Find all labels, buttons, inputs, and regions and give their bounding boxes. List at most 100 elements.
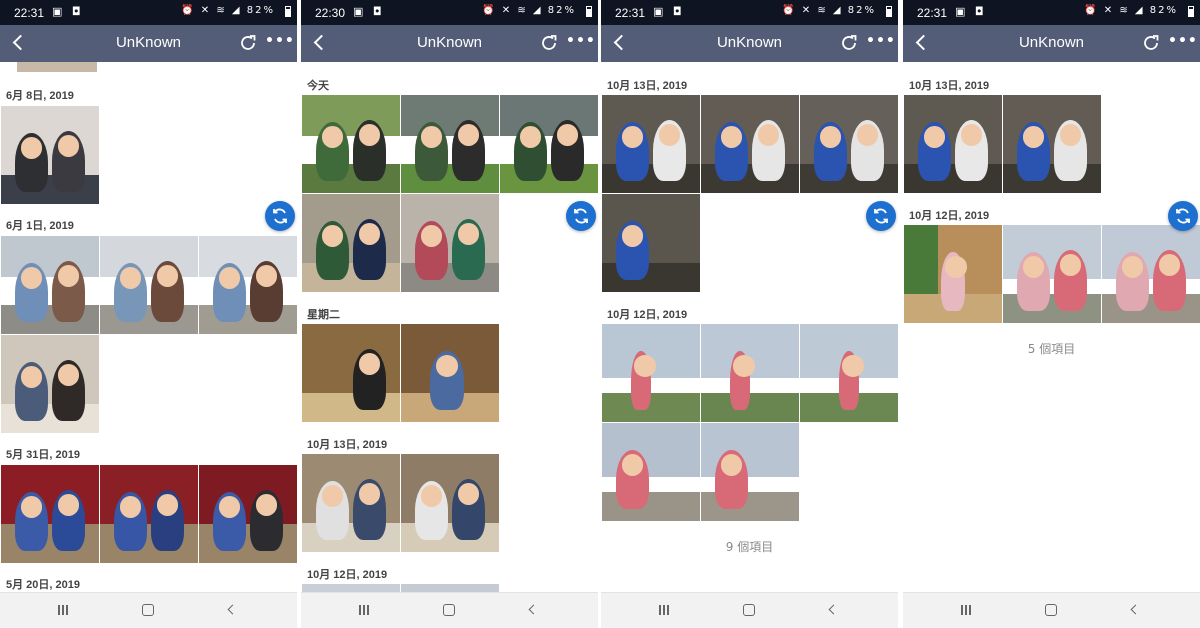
refresh-icon[interactable] — [538, 32, 560, 54]
app-bar: UnKnown ••• — [903, 25, 1200, 62]
battery-icon — [586, 6, 592, 17]
battery-percent: 82% — [547, 5, 576, 16]
sync-icon[interactable] — [866, 201, 896, 231]
phone-screen-1: 22:31 ▣ ◘ ⏰ ✕ ≋ ◢ 82% UnKnown ••• 6月 8日,… — [0, 0, 297, 628]
photo-thumbnail[interactable] — [401, 454, 499, 552]
photo-thumbnail[interactable] — [1, 465, 99, 563]
date-header: 星期二 — [307, 309, 340, 321]
notification-icons: ▣ ◘ — [955, 5, 987, 18]
photo-thumbnail[interactable] — [800, 95, 898, 193]
system-nav-bar — [601, 592, 898, 628]
photo-thumbnail[interactable] — [401, 95, 499, 193]
home-icon[interactable] — [429, 599, 469, 623]
back-arrow-icon[interactable] — [8, 30, 28, 54]
date-header: 6月 8日, 2019 — [6, 90, 74, 102]
phone-screen-4: 22:31 ▣ ◘ ⏰ ✕ ≋ ◢ 82% UnKnown ••• 10月 13… — [903, 0, 1200, 628]
photo-thumbnail[interactable] — [302, 324, 400, 422]
back-icon[interactable] — [813, 599, 853, 623]
date-header: 10月 13日, 2019 — [307, 439, 388, 451]
photo-thumbnail[interactable] — [602, 324, 700, 422]
recents-icon[interactable] — [947, 599, 987, 623]
recents-icon[interactable] — [645, 599, 685, 623]
photo-thumbnail[interactable] — [302, 95, 400, 193]
back-arrow-icon[interactable] — [309, 30, 329, 54]
home-icon[interactable] — [729, 599, 769, 623]
date-header: 6月 1日, 2019 — [6, 220, 74, 232]
photo-thumbnail[interactable] — [1, 106, 99, 204]
status-time: 22:31 — [14, 6, 45, 20]
system-nav-bar — [903, 592, 1200, 628]
system-status-icons: ⏰ ✕ ≋ ◢ 82% — [181, 5, 275, 16]
home-icon[interactable] — [128, 599, 168, 623]
date-header: 10月 13日, 2019 — [607, 80, 688, 92]
notification-icons: ▣ ◘ — [653, 5, 685, 18]
photo-thumbnail[interactable] — [1, 335, 99, 433]
photo-thumbnail[interactable] — [602, 95, 700, 193]
system-status-icons: ⏰ ✕ ≋ ◢ 82% — [1084, 5, 1178, 16]
photo-thumbnail[interactable] — [401, 324, 499, 422]
photo-thumbnail[interactable] — [17, 62, 97, 72]
photo-thumbnail[interactable] — [100, 236, 198, 334]
photo-thumbnail[interactable] — [602, 423, 700, 521]
more-options-icon[interactable]: ••• — [265, 32, 294, 54]
photo-thumbnail[interactable] — [904, 95, 1002, 193]
photo-thumbnail[interactable] — [1102, 225, 1200, 323]
photo-thumbnail[interactable] — [100, 465, 198, 563]
system-status-icons: ⏰ ✕ ≋ ◢ 82% — [482, 5, 576, 16]
item-count: 5 個項目 — [1027, 342, 1076, 356]
status-time: 22:30 — [315, 6, 346, 20]
back-arrow-icon[interactable] — [911, 30, 931, 54]
status-time: 22:31 — [615, 6, 646, 20]
notification-icons: ▣ ◘ — [52, 5, 84, 18]
battery-percent: 82% — [847, 5, 876, 16]
more-options-icon[interactable]: ••• — [566, 32, 595, 54]
photo-thumbnail[interactable] — [302, 194, 400, 292]
phone-screen-2: 22:30 ▣ ◘ ⏰ ✕ ≋ ◢ 82% UnKnown ••• 今天 星期二 — [301, 0, 598, 628]
sync-icon[interactable] — [1168, 201, 1198, 231]
app-bar: UnKnown ••• — [0, 25, 297, 62]
photo-thumbnail[interactable] — [1, 236, 99, 334]
date-header: 10月 13日, 2019 — [909, 80, 990, 92]
photo-thumbnail[interactable] — [800, 324, 898, 422]
photo-list: 10月 13日, 2019 10月 12日, 2019 9 個項目 — [601, 62, 898, 593]
photo-thumbnail[interactable] — [1003, 95, 1101, 193]
status-bar: 22:31 ▣ ◘ ⏰ ✕ ≋ ◢ 82% — [0, 0, 297, 25]
more-options-icon[interactable]: ••• — [866, 32, 895, 54]
battery-percent: 82% — [1149, 5, 1178, 16]
photo-list: 6月 8日, 2019 6月 1日, 2019 5月 31日, 2019 5月 … — [0, 62, 297, 593]
refresh-icon[interactable] — [1140, 32, 1162, 54]
refresh-icon[interactable] — [237, 32, 259, 54]
photo-thumbnail[interactable] — [904, 225, 1002, 323]
photo-thumbnail[interactable] — [401, 194, 499, 292]
photo-thumbnail[interactable] — [500, 95, 598, 193]
battery-icon — [1188, 6, 1194, 17]
refresh-icon[interactable] — [838, 32, 860, 54]
date-header: 5月 31日, 2019 — [6, 449, 80, 461]
phone-screen-3: 22:31 ▣ ◘ ⏰ ✕ ≋ ◢ 82% UnKnown ••• 10月 13… — [601, 0, 898, 628]
recents-icon[interactable] — [44, 599, 84, 623]
system-nav-bar — [0, 592, 297, 628]
back-arrow-icon[interactable] — [609, 30, 629, 54]
more-options-icon[interactable]: ••• — [1168, 32, 1197, 54]
status-bar: 22:30 ▣ ◘ ⏰ ✕ ≋ ◢ 82% — [301, 0, 598, 25]
sync-icon[interactable] — [566, 201, 596, 231]
photo-list: 10月 13日, 2019 10月 12日, 2019 5 個項目 — [903, 62, 1200, 593]
photo-thumbnail[interactable] — [602, 194, 700, 292]
photo-thumbnail[interactable] — [701, 95, 799, 193]
photo-thumbnail[interactable] — [1003, 225, 1101, 323]
photo-list: 今天 星期二 10月 13日, 2019 10月 12日, 2019 — [301, 62, 598, 593]
photo-thumbnail[interactable] — [302, 454, 400, 552]
recents-icon[interactable] — [345, 599, 385, 623]
back-icon[interactable] — [513, 599, 553, 623]
app-bar: UnKnown ••• — [601, 25, 898, 62]
photo-thumbnail[interactable] — [199, 465, 297, 563]
back-icon[interactable] — [1115, 599, 1155, 623]
date-header: 今天 — [307, 80, 329, 92]
sync-icon[interactable] — [265, 201, 295, 231]
photo-thumbnail[interactable] — [701, 423, 799, 521]
photo-thumbnail[interactable] — [199, 236, 297, 334]
back-icon[interactable] — [212, 599, 252, 623]
home-icon[interactable] — [1031, 599, 1071, 623]
photo-thumbnail[interactable] — [701, 324, 799, 422]
date-header: 10月 12日, 2019 — [607, 309, 688, 321]
